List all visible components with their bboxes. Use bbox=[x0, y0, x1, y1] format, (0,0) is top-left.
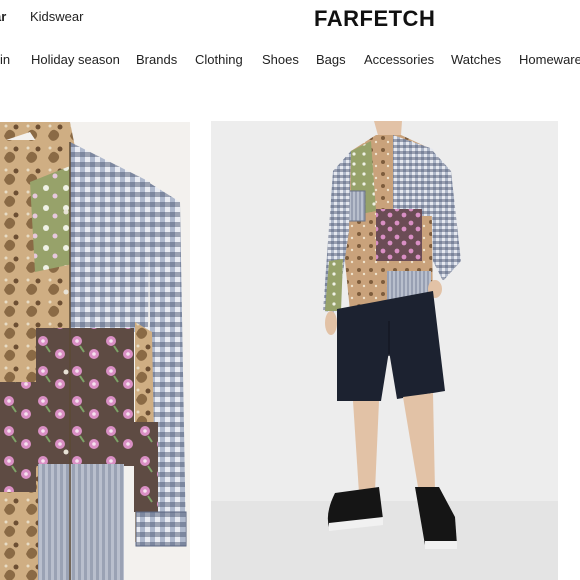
gender-link-kidswear[interactable]: Kidswear bbox=[30, 9, 83, 24]
product-image-model[interactable] bbox=[211, 121, 558, 580]
nav-item-shoes[interactable]: Shoes bbox=[262, 52, 299, 67]
model-wearing-shirt bbox=[211, 121, 558, 580]
main-navigation: in Holiday season Brands Clothing Shoes … bbox=[0, 52, 580, 74]
gender-link-womenswear[interactable]: ar bbox=[0, 9, 6, 24]
nav-item-accessories[interactable]: Accessories bbox=[364, 52, 434, 67]
nav-item-homeware[interactable]: Homeware bbox=[519, 52, 580, 67]
nav-item-holiday-season[interactable]: Holiday season bbox=[31, 52, 120, 67]
nav-item-clothing[interactable]: Clothing bbox=[195, 52, 243, 67]
top-bar: ar Kidswear FARFETCH bbox=[0, 0, 580, 40]
nav-item-brands[interactable]: Brands bbox=[136, 52, 177, 67]
product-image-detail[interactable] bbox=[0, 122, 190, 580]
nav-item-bags[interactable]: Bags bbox=[316, 52, 346, 67]
patchwork-shirt-closeup bbox=[0, 122, 190, 580]
farfetch-logo[interactable]: FARFETCH bbox=[314, 6, 435, 32]
nav-item-watches[interactable]: Watches bbox=[451, 52, 501, 67]
nav-item-new-in[interactable]: in bbox=[0, 52, 10, 67]
